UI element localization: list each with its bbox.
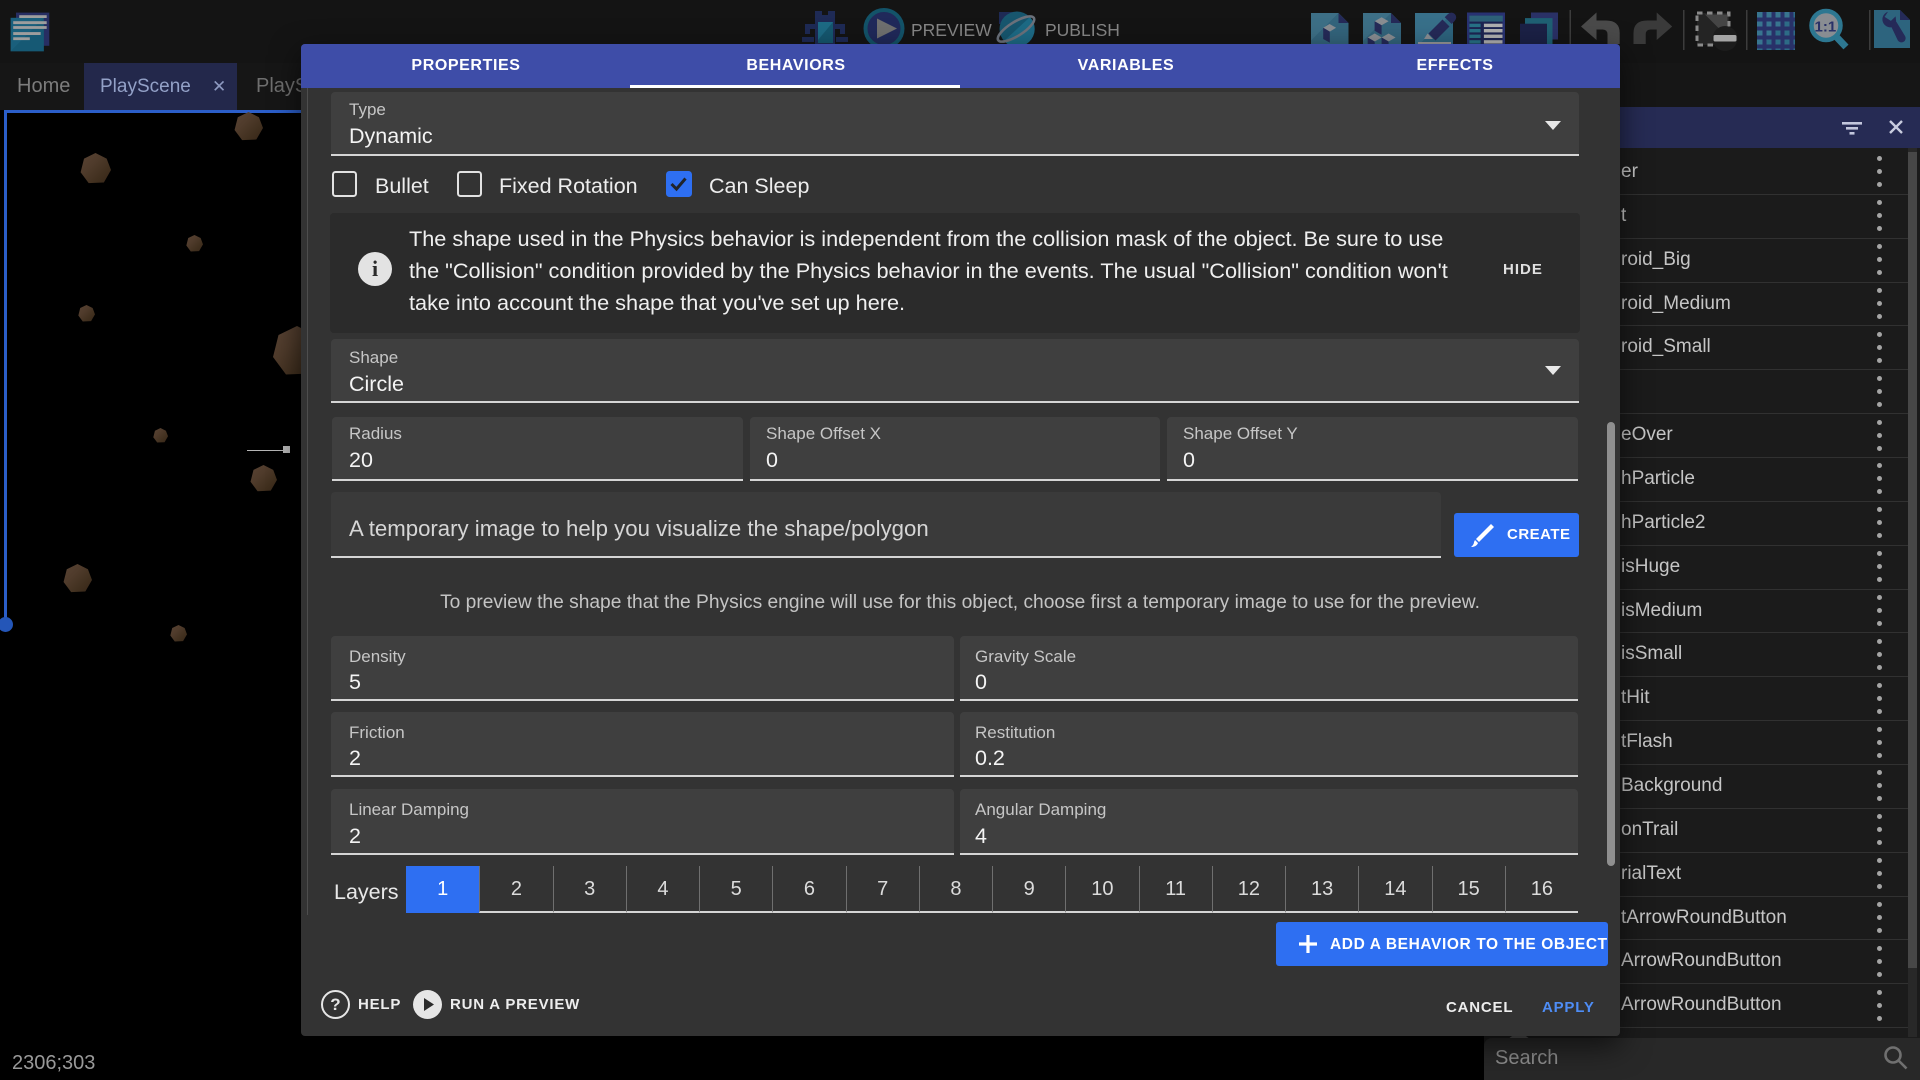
svg-text:1:1: 1:1 [1815, 19, 1837, 36]
svg-text:PREVIEW: PREVIEW [911, 20, 992, 40]
svg-text:PUBLISH: PUBLISH [1045, 20, 1120, 40]
